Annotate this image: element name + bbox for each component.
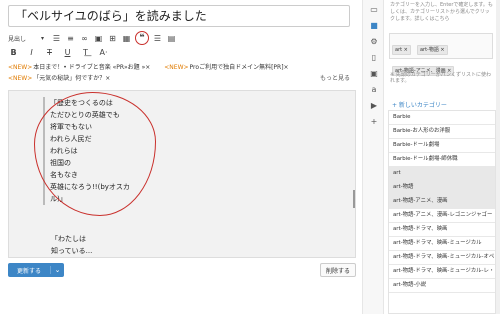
chevron-down-icon[interactable]: ⌄ <box>50 266 64 274</box>
numbered-list-icon[interactable]: ≡ <box>65 31 76 45</box>
category-item[interactable]: Barbie-ドール劇場-師休職 <box>389 153 495 167</box>
category-item[interactable]: art <box>389 167 495 181</box>
side-icon-bar: ▭ ■ ⚙ ▯ ▣ a ▶ + <box>362 0 384 314</box>
ad-link-genki[interactable]: 「元気の秘訣」何ですか？× <box>33 75 110 82</box>
category-item[interactable]: art-物語-ドラマ、映画-ミュージカル <box>389 237 495 251</box>
category-item[interactable]: art-物語-ドラマ、映画-ミュージカル-レ・ミゼラブル <box>389 265 495 279</box>
editor-toolbar: 見出し ▾ ☰ ≡ ∞ ▣ ⊞ ▦ ❝ ☰ ▤ <box>8 30 350 46</box>
category-item[interactable]: art-物語-小説 <box>389 279 495 293</box>
after-quote-text: 「わたしは 知っている... <box>51 233 92 257</box>
image-icon[interactable]: ▣ <box>93 31 104 45</box>
body-line: 「わたしは <box>51 235 86 243</box>
quote-line: 名もなき <box>50 171 78 179</box>
quote-line: われら人民だ <box>50 135 92 143</box>
editor-scrollbar[interactable] <box>353 190 355 208</box>
italic-icon[interactable]: I <box>26 45 37 59</box>
update-button[interactable]: 更新する ⌄ <box>8 263 64 277</box>
category-description: カテゴリーを入力し、Enterで確定します。もしくは、カテゴリーリストから選んで… <box>390 2 493 22</box>
plus-icon[interactable]: + <box>368 116 380 126</box>
underline-icon[interactable]: U <box>62 45 73 59</box>
ad-link-drive-music[interactable]: 本日まで！• ドライブと音楽 «PR»お題 »× <box>33 64 150 71</box>
more-link[interactable]: もっと見る <box>320 73 350 82</box>
category-tag-input[interactable]: art × art-物語 × art-物語-アニメ、漫画 × <box>389 33 493 76</box>
new-badge: <NEW> <box>8 64 33 71</box>
video-icon[interactable]: ▶ <box>368 100 380 110</box>
category-panel: カテゴリーを入力し、Enterで確定します。もしくは、カテゴリーリストから選んで… <box>384 0 496 314</box>
align-icon[interactable]: ☰ <box>152 31 163 45</box>
category-item[interactable]: Barbie-お人形のお洋服 <box>389 125 495 139</box>
heading-select[interactable]: 見出し <box>8 31 34 45</box>
editor-body[interactable]: 「歴史をつくるのは ただひとりの英雄でも 将軍でもない われら人民だ われらは … <box>8 90 356 258</box>
preview-icon[interactable]: ▭ <box>368 4 380 14</box>
ad-link-pro-domain[interactable]: Proご利用で独自ドメイン無料[PR]× <box>190 64 289 71</box>
photo-icon[interactable]: ▣ <box>368 68 380 78</box>
new-badge: <NEW> <box>8 75 33 82</box>
text-color-icon[interactable]: T͟ <box>80 45 91 59</box>
embed-icon[interactable]: ⊞ <box>107 31 118 45</box>
quote-line: われらは <box>50 147 78 155</box>
category-tag[interactable]: art-物語 × <box>416 45 448 55</box>
folder-icon[interactable]: ■ <box>368 20 380 30</box>
more-tools-icon[interactable]: ▤ <box>166 31 177 45</box>
bullet-list-icon[interactable]: ☰ <box>51 31 62 45</box>
quote-line: 「歴史をつくるのは <box>50 99 113 107</box>
quote-line: 祖国の <box>50 159 71 167</box>
bold-icon[interactable]: B <box>8 45 19 59</box>
link-icon[interactable]: ∞ <box>79 31 90 45</box>
category-item[interactable]: art-物語-アニメ、漫画 <box>389 195 495 209</box>
amazon-icon[interactable]: a <box>368 84 380 94</box>
ad-row-1: <NEW>本日まで！• ドライブと音楽 «PR»お題 »× <NEW>Proご利用… <box>8 62 350 73</box>
quote-line: 英雄になろう!!(byオスカル)」 <box>50 183 130 203</box>
category-item[interactable]: Barbie <box>389 111 495 125</box>
blockquote: 「歴史をつくるのは ただひとりの英雄でも 将軍でもない われら人民だ われらは … <box>43 97 143 205</box>
category-list: Barbie Barbie-お人形のお洋服 Barbie-ドール劇場 Barbie-ド… <box>388 110 496 314</box>
ad-row-2: <NEW>「元気の秘訣」何ですか？× もっと見る <box>8 73 350 84</box>
breadcrumb-note: ※ 先頭のカテゴリーがパンくずリストに使われます。 <box>390 72 492 84</box>
update-button-label: 更新する <box>16 267 41 275</box>
page-scrollbar[interactable] <box>496 0 500 314</box>
category-tag[interactable]: art × <box>392 45 411 55</box>
category-item[interactable]: art-物語-ドラマ、映画 <box>389 223 495 237</box>
quote-line: 将軍でもない <box>50 123 92 131</box>
format-toolbar: B I T U T͟ A· <box>8 46 350 58</box>
new-category-link[interactable]: + 新しいカテゴリー <box>392 100 447 109</box>
delete-button[interactable]: 削除する <box>320 263 356 277</box>
category-item[interactable]: art-物語-ドラマ、映画-ミュージカル-オペラ座の怪人 <box>389 251 495 265</box>
strikethrough-icon[interactable]: T <box>44 45 55 59</box>
post-title-input[interactable]: 「ベルサイユのばら」を読みました <box>8 5 350 27</box>
gear-icon[interactable]: ⚙ <box>368 36 380 46</box>
table-icon[interactable]: ▦ <box>121 31 132 45</box>
chevron-down-icon[interactable]: ▾ <box>37 31 48 45</box>
quote-icon[interactable]: ❝ <box>135 31 149 45</box>
document-icon[interactable]: ▯ <box>368 52 380 62</box>
new-badge: <NEW> <box>164 64 189 71</box>
category-item[interactable]: art-物語-アニメ、漫画-レゴニンジャゴー <box>389 209 495 223</box>
category-item[interactable]: art-物語 <box>389 181 495 195</box>
category-item[interactable]: Barbie-ドール劇場 <box>389 139 495 153</box>
quote-line: ただひとりの英雄でも <box>50 111 120 119</box>
clear-format-icon[interactable]: A· <box>98 45 109 59</box>
body-line: 知っている... <box>51 247 93 255</box>
